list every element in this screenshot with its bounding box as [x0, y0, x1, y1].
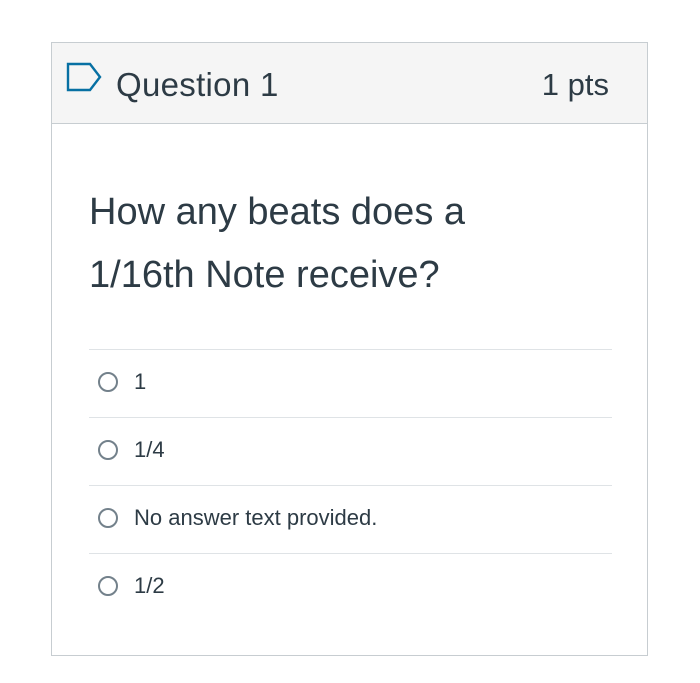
answer-option[interactable]: 1 — [89, 349, 612, 417]
question-points: 1 pts — [541, 67, 609, 102]
question-text-line-2: 1/16th Note receive? — [89, 254, 440, 296]
answer-label: No answer text provided. — [134, 505, 378, 530]
answer-label: 1/2 — [134, 573, 165, 598]
question-header: Question 1 1 pts — [52, 43, 647, 124]
answer-option[interactable]: No answer text provided. — [89, 485, 612, 553]
question-text-line-1: How any beats does a — [89, 191, 466, 233]
question-card: Question 1 1 pts How any beats does a 1/… — [51, 42, 648, 656]
answer-option[interactable]: 1/2 — [89, 553, 612, 621]
radio-button[interactable] — [98, 372, 118, 392]
radio-button[interactable] — [98, 576, 118, 596]
answer-label: 1 — [134, 369, 147, 394]
radio-button[interactable] — [98, 508, 118, 528]
answer-label: 1/4 — [134, 437, 165, 462]
question-text: How any beats does a 1/16th Note receive… — [89, 181, 569, 307]
answer-option[interactable]: 1/4 — [89, 417, 612, 485]
radio-button[interactable] — [98, 440, 118, 460]
answer-list: 1 1/4 No answer text provided. 1/2 — [89, 349, 612, 621]
question-title: Question 1 — [116, 66, 279, 103]
flag-question-icon[interactable] — [66, 62, 104, 92]
